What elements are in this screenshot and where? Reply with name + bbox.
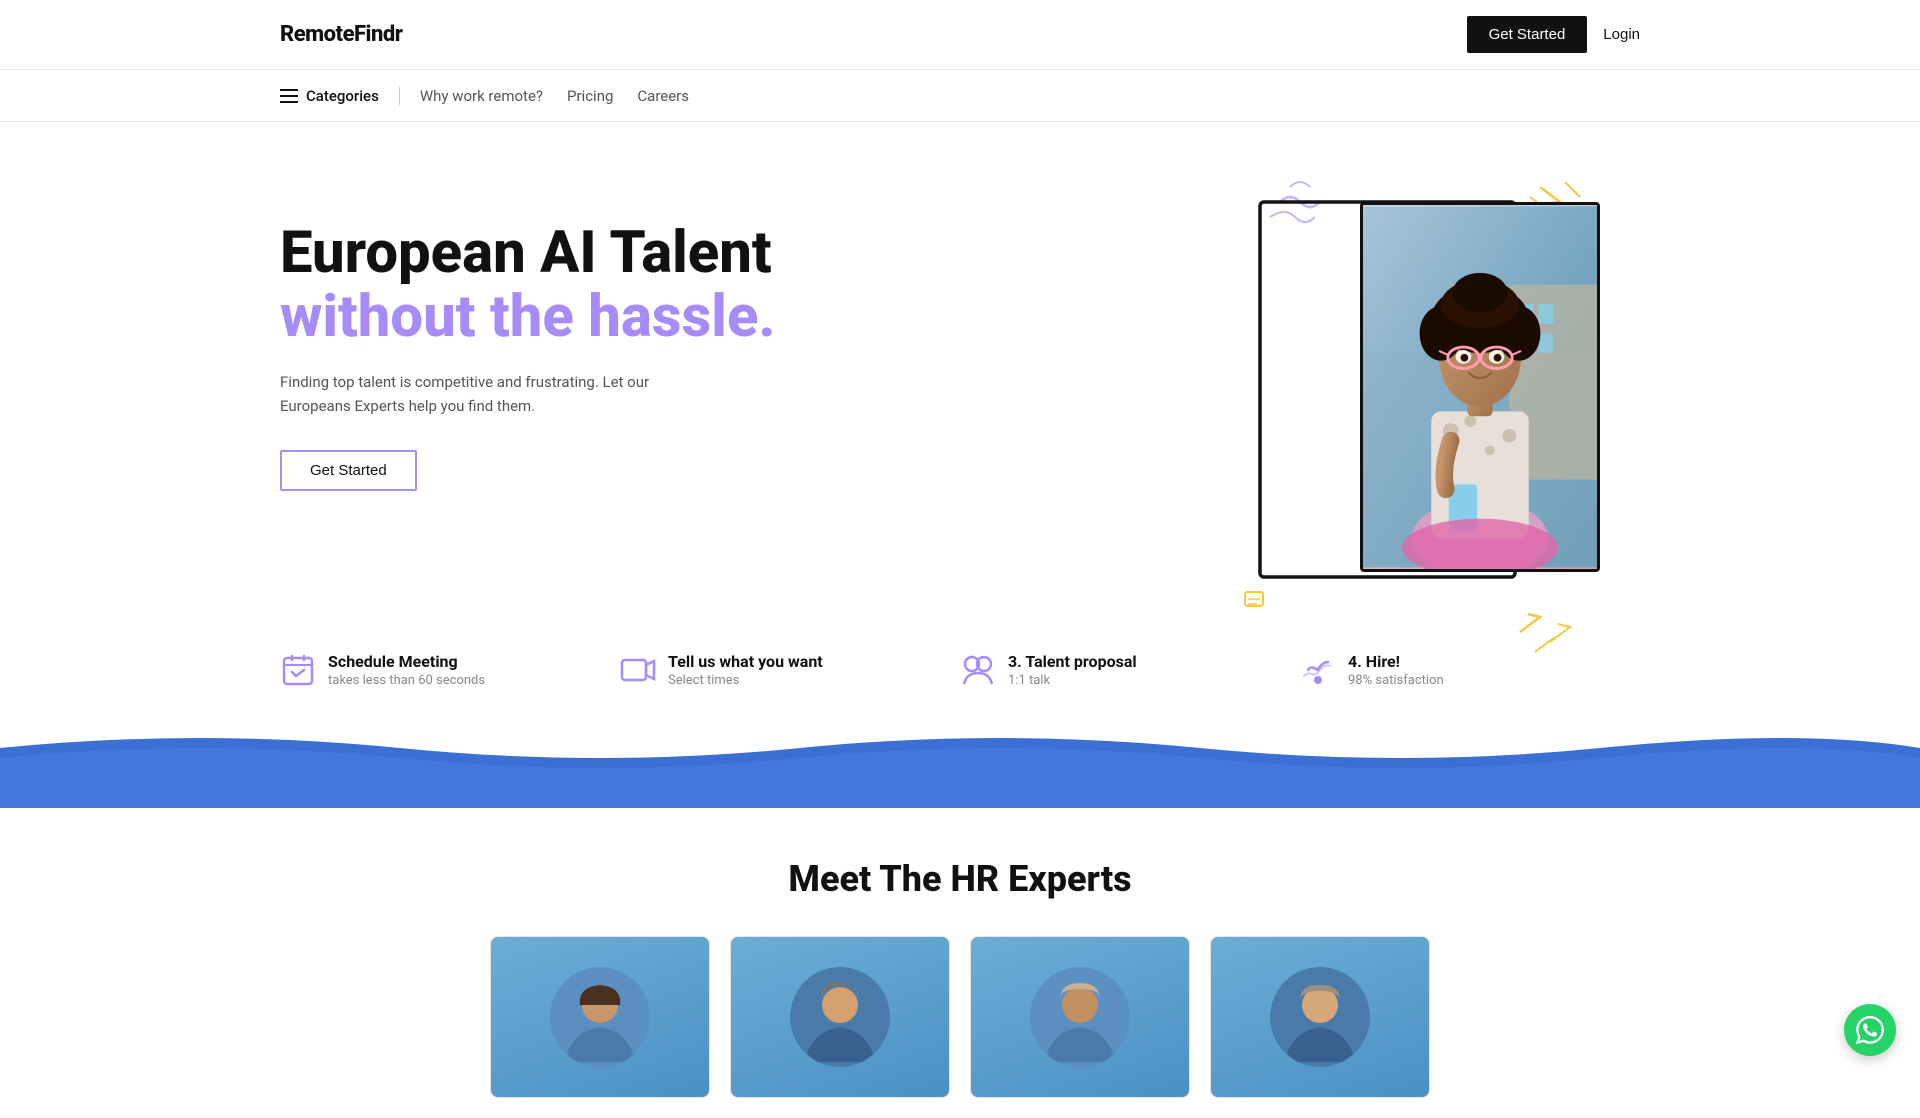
hr-section: Meet The HR Experts	[0, 808, 1920, 1118]
step-1: Schedule Meeting takes less than 60 seco…	[280, 652, 620, 688]
header-get-started-button[interactable]: Get Started	[1467, 16, 1588, 53]
step-3-title: 3. Talent proposal	[1008, 652, 1137, 671]
nav-link-pricing[interactable]: Pricing	[567, 87, 613, 105]
nav-link-careers[interactable]: Careers	[637, 87, 689, 105]
experts-grid	[200, 936, 1720, 1098]
expert-avatar-3	[971, 937, 1189, 1097]
whatsapp-icon	[1856, 1016, 1884, 1044]
expert-card-1	[490, 936, 710, 1098]
step-4-title: 4. Hire!	[1348, 652, 1444, 671]
nav-item-why-work-remote[interactable]: Why work remote?	[420, 86, 543, 105]
hero-photo-frame	[1360, 202, 1600, 572]
step-3-desc: 1:1 talk	[1008, 673, 1137, 688]
step-2-desc: Select times	[668, 673, 823, 688]
hero-title-line1: European AI Talent	[280, 222, 860, 286]
nav-categories[interactable]: Categories	[280, 87, 400, 105]
hero-title-line2: without the hassle.	[280, 286, 860, 350]
step-1-icon	[280, 652, 316, 688]
hero-get-started-button[interactable]: Get Started	[280, 450, 417, 491]
hero-section: European AI Talent without the hassle. F…	[0, 122, 1920, 622]
expert-avatar-4	[1211, 937, 1429, 1097]
step-2: Tell us what you want Select times	[620, 652, 960, 688]
step-2-content: Tell us what you want Select times	[668, 652, 823, 688]
step-4: 4. Hire! 98% satisfaction	[1300, 652, 1640, 688]
wave-divider	[0, 728, 1920, 808]
nav-links: Why work remote? Pricing Careers	[420, 86, 689, 105]
hero-person-photo	[1363, 205, 1597, 569]
expert-card-3	[970, 936, 1190, 1098]
step-4-content: 4. Hire! 98% satisfaction	[1348, 652, 1444, 688]
expert-avatar-circle-3	[1030, 967, 1130, 1067]
header-actions: Get Started Login	[1467, 16, 1640, 53]
header: RemoteFindr Get Started Login	[0, 0, 1920, 70]
expert-card-2	[730, 936, 950, 1098]
logo: RemoteFindr	[280, 22, 402, 47]
step-4-icon	[1300, 652, 1336, 688]
nav-item-pricing[interactable]: Pricing	[567, 86, 613, 105]
expert-avatar-2	[731, 937, 949, 1097]
step-3-icon	[960, 652, 996, 688]
step-1-title: Schedule Meeting	[328, 652, 485, 671]
whatsapp-button[interactable]	[1844, 1004, 1896, 1056]
step-2-icon	[620, 652, 656, 688]
expert-avatar-1	[491, 937, 709, 1097]
step-1-desc: takes less than 60 seconds	[328, 673, 485, 688]
step-1-content: Schedule Meeting takes less than 60 seco…	[328, 652, 485, 688]
hero-subtitle: Finding top talent is competitive and fr…	[280, 370, 660, 418]
nav-item-careers[interactable]: Careers	[637, 86, 689, 105]
nav-link-why-work-remote[interactable]: Why work remote?	[420, 87, 543, 105]
expert-avatar-circle-4	[1270, 967, 1370, 1067]
hero-text: European AI Talent without the hassle. F…	[280, 182, 860, 491]
categories-label: Categories	[306, 87, 379, 105]
expert-avatar-circle-1	[550, 967, 650, 1067]
step-3-content: 3. Talent proposal 1:1 talk	[1008, 652, 1137, 688]
expert-card-4	[1210, 936, 1430, 1098]
hamburger-icon	[280, 89, 298, 103]
hero-image-container	[1320, 172, 1640, 572]
header-login-button[interactable]: Login	[1603, 26, 1640, 43]
hr-section-title: Meet The HR Experts	[200, 858, 1720, 900]
steps-bar: Schedule Meeting takes less than 60 seco…	[0, 622, 1920, 718]
step-2-title: Tell us what you want	[668, 652, 823, 671]
nav: Categories Why work remote? Pricing Care…	[0, 70, 1920, 122]
step-3: 3. Talent proposal 1:1 talk	[960, 652, 1300, 688]
expert-avatar-circle-2	[790, 967, 890, 1067]
step-4-desc: 98% satisfaction	[1348, 673, 1444, 688]
